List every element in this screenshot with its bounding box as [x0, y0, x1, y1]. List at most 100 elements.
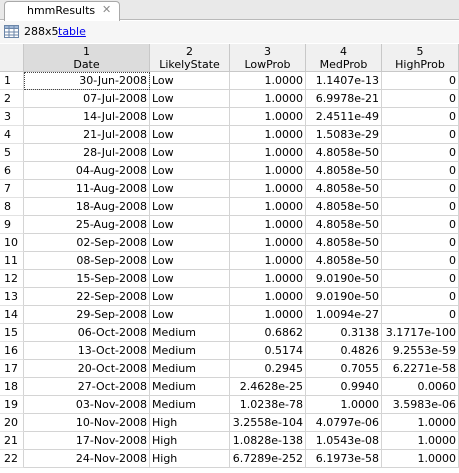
table-cell-date[interactable]: 03-Nov-2008: [24, 396, 150, 414]
table-cell-medprob[interactable]: 1.0543e-08: [306, 432, 382, 450]
table-cell-likelystate[interactable]: Low: [150, 90, 230, 108]
row-header[interactable]: 20: [0, 414, 24, 432]
table-cell-highprob[interactable]: 0: [382, 198, 459, 216]
row-header[interactable]: 16: [0, 342, 24, 360]
table-cell-date[interactable]: 28-Jul-2008: [24, 144, 150, 162]
column-header-likelystate[interactable]: 2 LikelyState: [150, 44, 230, 72]
column-header-medprob[interactable]: 4 MedProb: [306, 44, 382, 72]
table-cell-lowprob[interactable]: 1.0000: [230, 216, 306, 234]
table-cell-medprob[interactable]: 4.8058e-50: [306, 234, 382, 252]
table-cell-date[interactable]: 30-Jun-2008: [24, 72, 150, 90]
table-cell-date[interactable]: 29-Sep-2008: [24, 306, 150, 324]
table-cell-lowprob[interactable]: 1.0000: [230, 234, 306, 252]
table-cell-likelystate[interactable]: Low: [150, 252, 230, 270]
table-cell-medprob[interactable]: 6.1973e-58: [306, 450, 382, 468]
table-cell-medprob[interactable]: 9.0190e-50: [306, 270, 382, 288]
row-header[interactable]: 21: [0, 432, 24, 450]
table-cell-likelystate[interactable]: Low: [150, 234, 230, 252]
table-cell-medprob[interactable]: 0.3138: [306, 324, 382, 342]
table-cell-medprob[interactable]: 1.5083e-29: [306, 126, 382, 144]
table-cell-lowprob[interactable]: 1.0000: [230, 306, 306, 324]
table-cell-highprob[interactable]: 0: [382, 180, 459, 198]
row-header[interactable]: 14: [0, 306, 24, 324]
table-cell-lowprob[interactable]: 1.0000: [230, 288, 306, 306]
table-cell-likelystate[interactable]: High: [150, 414, 230, 432]
row-header[interactable]: 9: [0, 216, 24, 234]
row-header[interactable]: 18: [0, 378, 24, 396]
row-header[interactable]: 17: [0, 360, 24, 378]
table-cell-lowprob[interactable]: 1.0000: [230, 144, 306, 162]
table-cell-highprob[interactable]: 3.5983e-06: [382, 396, 459, 414]
table-cell-date[interactable]: 07-Jul-2008: [24, 90, 150, 108]
table-cell-lowprob[interactable]: 0.2945: [230, 360, 306, 378]
table-cell-highprob[interactable]: 0: [382, 270, 459, 288]
table-cell-date[interactable]: 15-Sep-2008: [24, 270, 150, 288]
table-cell-lowprob[interactable]: 2.4628e-25: [230, 378, 306, 396]
table-cell-date[interactable]: 27-Oct-2008: [24, 378, 150, 396]
row-header[interactable]: 8: [0, 198, 24, 216]
row-header[interactable]: 1: [0, 72, 24, 90]
table-cell-likelystate[interactable]: Medium: [150, 396, 230, 414]
tab-hmmresults[interactable]: hmmResults ✕: [4, 1, 120, 21]
table-cell-date[interactable]: 21-Jul-2008: [24, 126, 150, 144]
table-cell-likelystate[interactable]: Low: [150, 108, 230, 126]
table-cell-medprob[interactable]: 4.8058e-50: [306, 198, 382, 216]
table-cell-highprob[interactable]: 0: [382, 234, 459, 252]
table-cell-likelystate[interactable]: Low: [150, 306, 230, 324]
table-cell-highprob[interactable]: 0: [382, 144, 459, 162]
table-cell-likelystate[interactable]: Low: [150, 288, 230, 306]
table-cell-likelystate[interactable]: High: [150, 432, 230, 450]
table-cell-highprob[interactable]: 1.0000: [382, 450, 459, 468]
table-cell-highprob[interactable]: 0: [382, 126, 459, 144]
table-cell-date[interactable]: 06-Oct-2008: [24, 324, 150, 342]
table-cell-medprob[interactable]: 9.0190e-50: [306, 288, 382, 306]
variable-type-link[interactable]: table: [58, 25, 86, 38]
row-header[interactable]: 19: [0, 396, 24, 414]
table-cell-medprob[interactable]: 4.8058e-50: [306, 162, 382, 180]
table-cell-lowprob[interactable]: 6.7289e-252: [230, 450, 306, 468]
table-cell-highprob[interactable]: 0: [382, 72, 459, 90]
table-cell-likelystate[interactable]: Low: [150, 270, 230, 288]
row-header[interactable]: 3: [0, 108, 24, 126]
row-header[interactable]: 5: [0, 144, 24, 162]
row-header[interactable]: 2: [0, 90, 24, 108]
row-header[interactable]: 7: [0, 180, 24, 198]
table-cell-lowprob[interactable]: 1.0000: [230, 198, 306, 216]
row-header[interactable]: 13: [0, 288, 24, 306]
table-cell-date[interactable]: 04-Aug-2008: [24, 162, 150, 180]
table-cell-highprob[interactable]: 9.2553e-59: [382, 342, 459, 360]
table-cell-likelystate[interactable]: Low: [150, 72, 230, 90]
table-cell-date[interactable]: 14-Jul-2008: [24, 108, 150, 126]
table-cell-lowprob[interactable]: 1.0000: [230, 90, 306, 108]
table-cell-medprob[interactable]: 4.8058e-50: [306, 252, 382, 270]
table-cell-medprob[interactable]: 0.4826: [306, 342, 382, 360]
table-cell-date[interactable]: 11-Aug-2008: [24, 180, 150, 198]
table-cell-highprob[interactable]: 3.1717e-100: [382, 324, 459, 342]
row-header[interactable]: 4: [0, 126, 24, 144]
table-cell-medprob[interactable]: 1.0000: [306, 396, 382, 414]
table-cell-lowprob[interactable]: 1.0238e-78: [230, 396, 306, 414]
table-cell-highprob[interactable]: 0: [382, 216, 459, 234]
table-cell-date[interactable]: 20-Oct-2008: [24, 360, 150, 378]
table-cell-lowprob[interactable]: 1.0000: [230, 108, 306, 126]
table-cell-lowprob[interactable]: 1.0828e-138: [230, 432, 306, 450]
row-header[interactable]: 15: [0, 324, 24, 342]
table-cell-medprob[interactable]: 4.8058e-50: [306, 144, 382, 162]
table-cell-likelystate[interactable]: Low: [150, 144, 230, 162]
table-cell-highprob[interactable]: 0: [382, 306, 459, 324]
row-header[interactable]: 11: [0, 252, 24, 270]
table-cell-highprob[interactable]: 0: [382, 90, 459, 108]
close-icon[interactable]: ✕: [102, 3, 111, 16]
table-cell-likelystate[interactable]: Low: [150, 180, 230, 198]
table-cell-date[interactable]: 02-Sep-2008: [24, 234, 150, 252]
table-cell-date[interactable]: 10-Nov-2008: [24, 414, 150, 432]
table-cell-lowprob[interactable]: 1.0000: [230, 270, 306, 288]
column-header-lowprob[interactable]: 3 LowProb: [230, 44, 306, 72]
table-cell-lowprob[interactable]: 1.0000: [230, 252, 306, 270]
row-header[interactable]: 6: [0, 162, 24, 180]
table-cell-likelystate[interactable]: Low: [150, 216, 230, 234]
table-cell-date[interactable]: 24-Nov-2008: [24, 450, 150, 468]
table-cell-medprob[interactable]: 1.0094e-27: [306, 306, 382, 324]
table-cell-highprob[interactable]: 1.0000: [382, 432, 459, 450]
table-cell-highprob[interactable]: 0: [382, 288, 459, 306]
